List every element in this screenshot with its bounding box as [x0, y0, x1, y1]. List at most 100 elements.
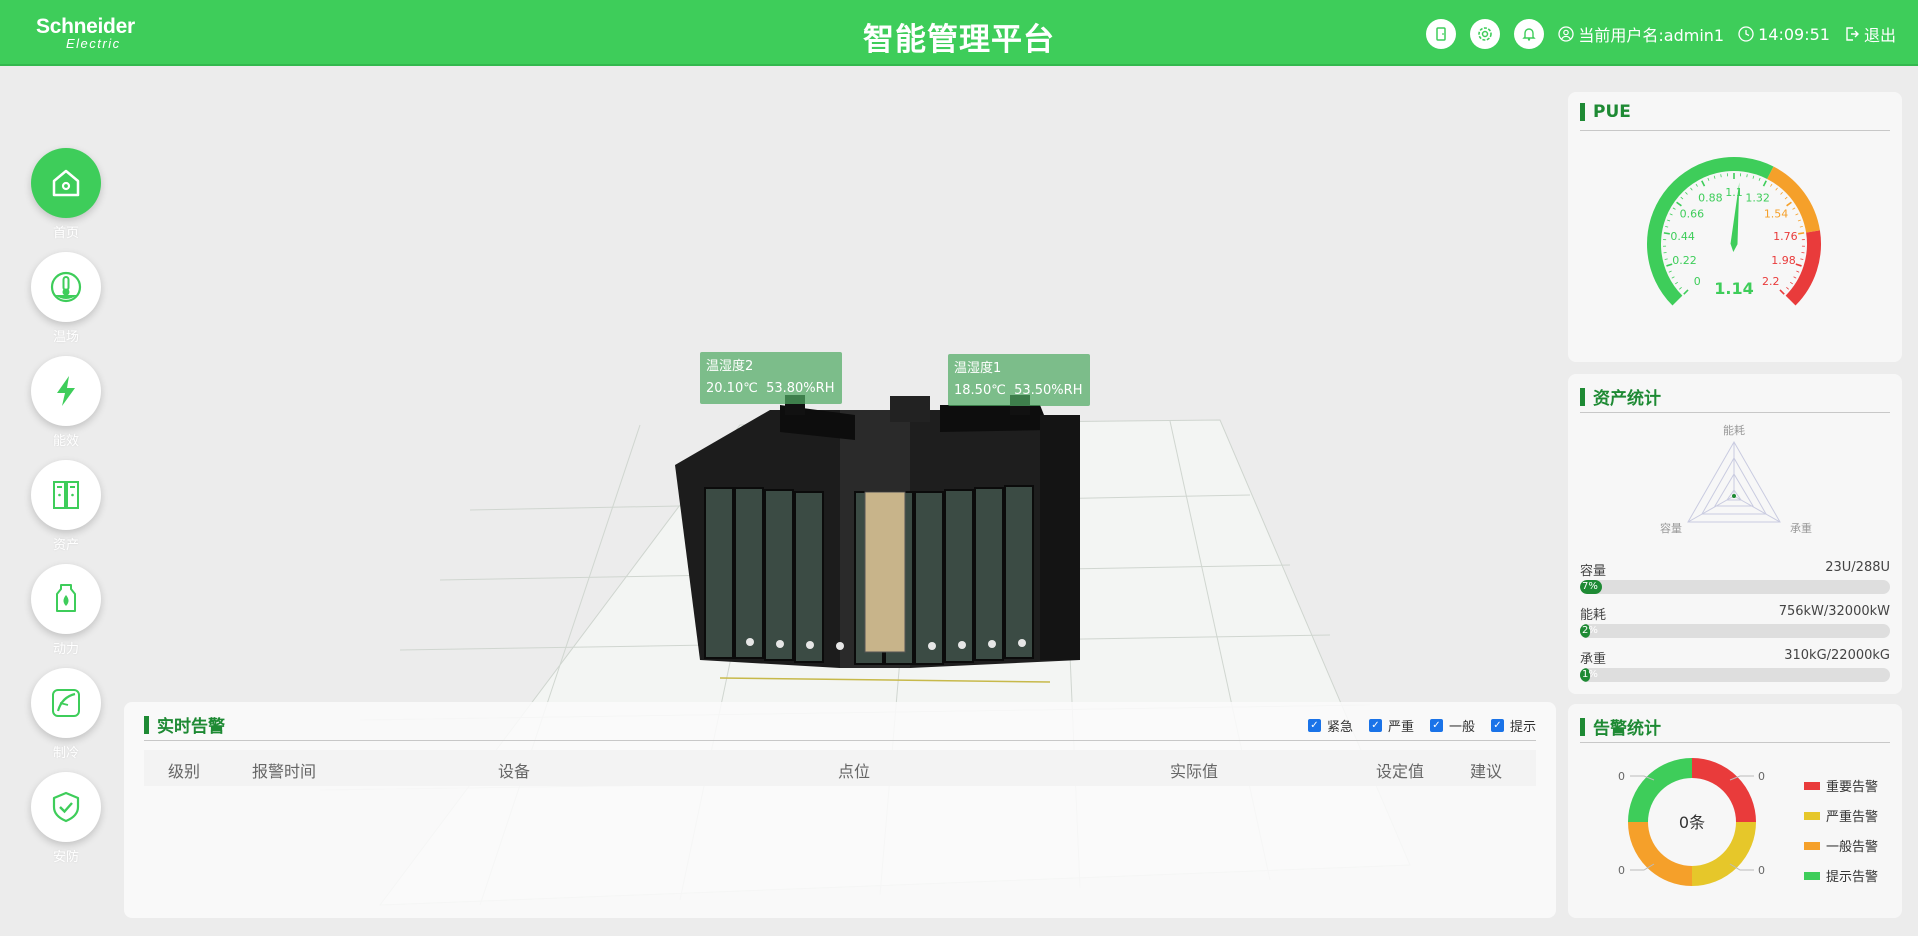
gauge-tick — [1664, 258, 1668, 260]
nav-item-home[interactable]: 首页 — [28, 148, 104, 241]
checkbox-checked-icon: ✓ — [1490, 719, 1504, 732]
gauge-tick — [1665, 225, 1669, 228]
col-device: 设备 — [498, 762, 531, 781]
filter-general-checkbox[interactable]: ✓ 一般 — [1429, 716, 1475, 735]
gauge-tick — [1795, 213, 1799, 216]
gauge-tick — [1701, 180, 1706, 187]
checkbox-checked-icon: ✓ — [1307, 719, 1321, 732]
gauge-tick — [1668, 270, 1672, 273]
progress-fill: 2% — [1580, 624, 1598, 638]
gauge-tick — [1779, 289, 1785, 295]
legend-important[interactable]: 重要告警 — [1804, 776, 1878, 795]
col-actual-value: 实际值 — [1170, 762, 1219, 781]
gauge-tick — [1795, 263, 1802, 267]
home-icon — [52, 169, 80, 197]
col-level: 级别 — [168, 762, 201, 781]
gauge-tick — [1663, 232, 1670, 235]
gauge-tick-label: 0.66 — [1680, 207, 1705, 220]
gauge-tick-label: 1.1 — [1725, 186, 1743, 199]
clock: 14:09:51 — [1738, 25, 1830, 44]
sensor-name: 温湿度2 — [706, 359, 754, 374]
asset-stats-panel: 资产统计 能耗 容量 承重 容量 23U/288U 7% 能耗 756kW/32… — [1568, 374, 1902, 694]
power-bottle-icon — [56, 584, 76, 612]
alarm-donut-chart: 0条 0 0 0 0 — [1618, 758, 1765, 886]
panel-title: 告警统计 — [1580, 714, 1661, 739]
asset-value: 310kG/22000kG — [1784, 648, 1890, 663]
asset-radar-chart: 能耗 容量 承重 — [1660, 423, 1812, 535]
settings-button[interactable] — [1470, 19, 1501, 49]
panel-title: PUE — [1580, 102, 1631, 122]
progress-track: 1% — [1580, 668, 1890, 682]
nav-label: 安防 — [52, 850, 79, 865]
logout-label: 退出 — [1863, 26, 1896, 45]
nav-item-power[interactable]: 动力 — [28, 564, 104, 657]
asset-label: 容量 — [1580, 564, 1607, 579]
gauge-tick — [1669, 213, 1673, 216]
logout-button[interactable]: 退出 — [1844, 22, 1896, 46]
gauge-tick — [1695, 183, 1698, 187]
radar-label-energy: 能耗 — [1723, 423, 1745, 437]
gauge-tick — [1784, 196, 1788, 200]
door-icon — [1436, 27, 1447, 41]
gauge-tick — [1796, 270, 1800, 273]
checkbox-checked-icon: ✓ — [1429, 719, 1443, 732]
filter-hint-checkbox[interactable]: ✓ 提示 — [1490, 716, 1536, 735]
gauge-tick — [1797, 219, 1801, 222]
pue-panel: PUE 0 0.22 0.44 0.66 0.88 1.1 1.32 1.54 1.76 1.98… — [1568, 92, 1902, 362]
gauge-band-warn — [1766, 166, 1820, 233]
legend-swatch — [1804, 781, 1820, 790]
nav-item-energy[interactable]: 能效 — [28, 356, 104, 449]
nav-label: 资产 — [52, 538, 79, 553]
gauge-tick — [1786, 201, 1792, 207]
gauge-tick — [1786, 287, 1789, 290]
asset-label: 能耗 — [1580, 608, 1607, 623]
nav-item-assets[interactable]: 资产 — [28, 460, 104, 553]
legend-swatch — [1804, 871, 1820, 880]
sensor-temp: 18.50℃ — [954, 383, 1006, 398]
nav-label: 制冷 — [52, 746, 79, 761]
door-button[interactable] — [1426, 19, 1457, 49]
nav-item-security[interactable]: 安防 — [28, 772, 104, 865]
gauge-tick — [1690, 187, 1693, 191]
sensor-temp: 20.10℃ — [706, 381, 758, 396]
header-toolbar: 当前用户名:admin1 14:09:51 退出 — [1426, 18, 1896, 50]
gauge-tick — [1685, 191, 1688, 195]
col-alarm-time: 报警时间 — [252, 762, 317, 781]
col-suggestion: 建议 — [1470, 762, 1503, 781]
rack-pod — [675, 395, 1080, 668]
gauge-tick — [1676, 201, 1682, 207]
sensor-label-1[interactable]: 温湿度1 18.50℃ 53.50%RH — [948, 354, 1090, 406]
gauge-tick — [1720, 174, 1722, 178]
filter-serious-checkbox[interactable]: ✓ 严重 — [1368, 716, 1414, 735]
gauge-tick — [1675, 281, 1678, 285]
panel-title: 资产统计 — [1580, 384, 1661, 409]
sensor-name: 温湿度1 — [954, 361, 1002, 376]
sensor-label-2[interactable]: 温湿度2 20.10℃ 53.80%RH — [700, 352, 842, 404]
gauge-tick — [1762, 180, 1767, 187]
alarm-bell-button[interactable] — [1514, 19, 1545, 49]
nav-item-cooling[interactable]: 制冷 — [28, 668, 104, 761]
count-serious: 0 — [1758, 864, 1765, 877]
radar-label-capacity: 容量 — [1660, 521, 1682, 535]
gauge-tick — [1780, 191, 1783, 195]
cooling-icon — [52, 689, 80, 717]
asset-row-load: 承重 310kG/22000kG 1% — [1580, 648, 1890, 684]
gauge-tick — [1707, 177, 1710, 181]
thermometer-icon — [50, 271, 82, 303]
legend-swatch — [1804, 811, 1820, 820]
nav-item-thermal[interactable]: 温场 — [28, 252, 104, 345]
legend-hint[interactable]: 提示告警 — [1804, 866, 1878, 885]
alarm-stats-panel: 告警统计 0条 0 0 0 0 重要告警 严重告警 一般告警 提示告警 — [1568, 704, 1902, 918]
lightning-icon — [57, 376, 75, 406]
sensor-humidity: 53.80%RH — [766, 381, 835, 396]
gauge-tick — [1752, 175, 1755, 179]
progress-track: 2% — [1580, 624, 1890, 638]
legend-serious[interactable]: 严重告警 — [1804, 806, 1878, 825]
asset-row-capacity: 容量 23U/288U 7% — [1580, 560, 1890, 596]
cabinet-icon — [53, 481, 79, 509]
asset-label: 承重 — [1580, 652, 1607, 667]
filter-urgent-checkbox[interactable]: ✓ 紧急 — [1307, 716, 1353, 735]
user-name-label: 当前用户名:admin1 — [1578, 26, 1725, 45]
clock-time: 14:09:51 — [1758, 24, 1830, 44]
legend-general[interactable]: 一般告警 — [1804, 836, 1878, 855]
